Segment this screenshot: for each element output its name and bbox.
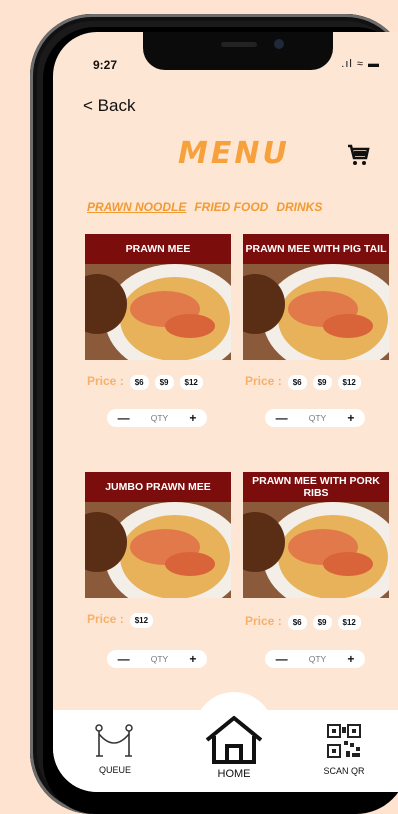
- price-option[interactable]: $9: [312, 615, 332, 630]
- price-option[interactable]: $12: [337, 375, 361, 390]
- tab-prawn-noodle[interactable]: PRAWN NOODLE: [87, 200, 186, 214]
- item-name: PRAWN MEE WITH PIG TAIL: [243, 234, 389, 264]
- page-title: MENU: [178, 136, 290, 171]
- menu-item-card[interactable]: PRAWN MEE WITH PIG TAIL: [243, 234, 389, 360]
- category-tabs: PRAWN NOODLE FRIED FOOD DRINKS: [87, 200, 397, 214]
- qty-label: QTY: [150, 413, 169, 423]
- item-name: JUMBO PRAWN MEE: [85, 472, 231, 502]
- cart-icon[interactable]: [346, 143, 370, 167]
- nav-home-label[interactable]: HOME: [204, 768, 264, 780]
- item-name: PRAWN MEE: [85, 234, 231, 264]
- quantity-stepper: — QTY +: [107, 409, 207, 427]
- qty-label: QTY: [150, 654, 169, 664]
- plus-button[interactable]: +: [347, 411, 354, 425]
- price-option[interactable]: $6: [287, 375, 307, 390]
- minus-button[interactable]: —: [276, 652, 288, 666]
- price-row: Price : $6 $9 $12: [245, 374, 361, 390]
- nav-queue-label[interactable]: QUEUE: [95, 765, 135, 775]
- price-option[interactable]: $9: [312, 375, 332, 390]
- status-time: 9:27: [93, 58, 118, 72]
- price-option[interactable]: $12: [179, 375, 203, 390]
- app-screen: 9:27 .ıl ≈ ▬ < Back MENU PRAWN NOODLE FRI…: [53, 32, 398, 792]
- item-name: PRAWN MEE WITH PORK RIBS: [243, 472, 389, 502]
- bottom-nav: QUEUE HOME SCAN QR: [53, 710, 398, 792]
- plus-button[interactable]: +: [189, 411, 196, 425]
- quantity-stepper: — QTY +: [265, 650, 365, 668]
- plus-button[interactable]: +: [189, 652, 196, 666]
- menu-item-card[interactable]: JUMBO PRAWN MEE: [85, 472, 231, 598]
- queue-icon[interactable]: [95, 724, 133, 758]
- qty-label: QTY: [308, 413, 327, 423]
- qty-label: QTY: [308, 654, 327, 664]
- price-row: Price : $6 $9 $12: [245, 614, 361, 630]
- food-image: [243, 264, 389, 360]
- quantity-stepper: — QTY +: [107, 650, 207, 668]
- price-label: Price :: [87, 612, 124, 626]
- nav-scan-label[interactable]: SCAN QR: [319, 766, 369, 776]
- price-label: Price :: [245, 614, 282, 628]
- home-icon[interactable]: [203, 714, 265, 766]
- tab-fried-food[interactable]: FRIED FOOD: [194, 200, 268, 214]
- notch: [143, 32, 333, 70]
- price-row: Price : $12: [87, 612, 154, 628]
- price-option[interactable]: $6: [129, 375, 149, 390]
- price-option[interactable]: $9: [154, 375, 174, 390]
- quantity-stepper: — QTY +: [265, 409, 365, 427]
- food-image: [85, 264, 231, 360]
- qr-code-icon[interactable]: [327, 724, 361, 758]
- back-button[interactable]: < Back: [83, 96, 135, 116]
- price-label: Price :: [245, 374, 282, 388]
- price-option[interactable]: $6: [287, 615, 307, 630]
- food-image: [85, 502, 231, 598]
- minus-button[interactable]: —: [118, 652, 130, 666]
- minus-button[interactable]: —: [276, 411, 288, 425]
- plus-button[interactable]: +: [347, 652, 354, 666]
- menu-item-card[interactable]: PRAWN MEE: [85, 234, 231, 360]
- price-label: Price :: [87, 374, 124, 388]
- price-row: Price : $6 $9 $12: [87, 374, 203, 390]
- food-image: [243, 502, 389, 598]
- price-option[interactable]: $12: [129, 613, 154, 628]
- menu-item-card[interactable]: PRAWN MEE WITH PORK RIBS: [243, 472, 389, 598]
- tab-drinks[interactable]: DRINKS: [276, 200, 322, 214]
- status-icons: .ıl ≈ ▬: [341, 58, 380, 70]
- price-option[interactable]: $12: [337, 615, 361, 630]
- minus-button[interactable]: —: [118, 411, 130, 425]
